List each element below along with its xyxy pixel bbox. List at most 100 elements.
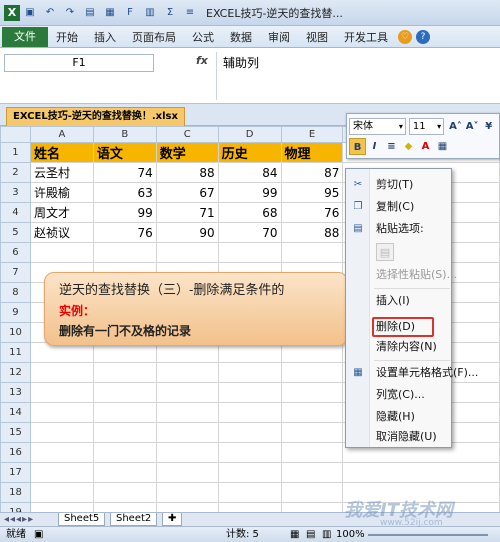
tab-view[interactable]: 视图 bbox=[298, 29, 336, 45]
page-break-icon[interactable]: ▥ bbox=[322, 527, 331, 542]
cell-header[interactable]: 历史 bbox=[217, 142, 282, 163]
minimize-ribbon-icon[interactable]: ♡ bbox=[398, 29, 412, 44]
row-header[interactable]: 1 bbox=[0, 142, 31, 163]
tab-data[interactable]: 数据 bbox=[222, 29, 260, 45]
row-header[interactable]: 4 bbox=[0, 202, 31, 223]
column-header[interactable]: C bbox=[155, 126, 219, 143]
cell[interactable]: 70 bbox=[217, 222, 282, 243]
document-tab[interactable]: EXCEL技巧-逆天的查找替换！.xlsx bbox=[6, 107, 185, 126]
column-header[interactable]: E bbox=[280, 126, 344, 143]
formula-input[interactable]: 辅助列 bbox=[216, 52, 500, 100]
tab-insert[interactable]: 插入 bbox=[86, 29, 124, 45]
cell[interactable]: 云圣村 bbox=[29, 162, 94, 183]
column-header[interactable]: B bbox=[92, 126, 157, 143]
italic-button[interactable]: I bbox=[366, 138, 383, 155]
cell[interactable]: 76 bbox=[280, 202, 344, 223]
cell[interactable]: 67 bbox=[155, 182, 219, 203]
row-header[interactable]: 2 bbox=[0, 162, 31, 183]
cell-header[interactable]: 物理 bbox=[280, 142, 344, 163]
tab-home[interactable]: 开始 bbox=[48, 29, 86, 45]
redo-icon[interactable]: ↷ bbox=[63, 6, 77, 20]
bold-button[interactable]: B bbox=[349, 137, 366, 155]
menu-column-width[interactable]: 列宽(C)... bbox=[346, 385, 451, 405]
macro-record-icon[interactable]: ▣ bbox=[34, 527, 43, 542]
menu-cut[interactable]: ✂ 剪切(T) bbox=[346, 175, 451, 195]
row-header[interactable]: 13 bbox=[0, 382, 31, 403]
align-icon[interactable]: ≡ bbox=[183, 6, 197, 20]
sheet-tab[interactable]: Sheet5 bbox=[58, 513, 106, 526]
row-header[interactable]: 3 bbox=[0, 182, 31, 203]
tab-page-layout[interactable]: 页面布局 bbox=[124, 29, 184, 45]
new-sheet-icon[interactable]: ✚ bbox=[162, 513, 183, 526]
zoom-slider[interactable] bbox=[368, 534, 488, 536]
cell-header[interactable]: 语文 bbox=[92, 142, 157, 163]
cell[interactable]: 周文才 bbox=[29, 202, 94, 223]
tab-developer[interactable]: 开发工具 bbox=[336, 29, 396, 45]
row-header[interactable]: 18 bbox=[0, 482, 31, 503]
menu-clear-contents[interactable]: 清除内容(N) bbox=[346, 337, 451, 357]
sheet-nav-arrows[interactable]: ◂◂◂▸▸ bbox=[4, 514, 34, 525]
menu-copy[interactable]: ❐ 复制(C) bbox=[346, 197, 451, 217]
row-header[interactable]: 10 bbox=[0, 322, 31, 343]
sheet-tab[interactable]: Sheet2 bbox=[110, 513, 158, 526]
row-header[interactable]: 15 bbox=[0, 422, 31, 443]
cell-header[interactable]: 姓名 bbox=[29, 142, 94, 163]
tab-review[interactable]: 审阅 bbox=[260, 29, 298, 45]
cell[interactable]: 76 bbox=[92, 222, 157, 243]
bold-format-icon[interactable]: F bbox=[123, 6, 137, 20]
normal-view-icon[interactable]: ▦ bbox=[290, 527, 299, 542]
name-box[interactable]: F1 bbox=[4, 54, 154, 72]
row-header[interactable]: 8 bbox=[0, 282, 31, 303]
grid-icon[interactable]: ▥ bbox=[143, 6, 157, 20]
tab-formulas[interactable]: 公式 bbox=[184, 29, 222, 45]
fill-color-icon[interactable]: ◆ bbox=[400, 138, 417, 155]
font-color-icon[interactable]: A bbox=[417, 138, 434, 155]
page-layout-icon[interactable]: ▤ bbox=[306, 527, 315, 542]
save-icon[interactable]: ▣ bbox=[23, 6, 37, 20]
cell[interactable]: 84 bbox=[217, 162, 282, 183]
cell[interactable]: 赵祯议 bbox=[29, 222, 94, 243]
menu-hide[interactable]: 隐藏(H) bbox=[346, 407, 451, 427]
row-header[interactable]: 19 bbox=[0, 502, 31, 512]
cell[interactable]: 71 bbox=[155, 202, 219, 223]
zoom-level[interactable]: 100% bbox=[336, 527, 365, 542]
cell[interactable]: 99 bbox=[217, 182, 282, 203]
menu-unhide[interactable]: 取消隐藏(U) bbox=[346, 427, 451, 447]
autosum-icon[interactable]: Σ bbox=[163, 6, 177, 20]
select-all-corner[interactable] bbox=[0, 126, 31, 143]
cell[interactable]: 88 bbox=[280, 222, 344, 243]
row-header[interactable]: 16 bbox=[0, 442, 31, 463]
paste-button-icon[interactable]: ▤ bbox=[376, 243, 394, 261]
font-size-select[interactable]: 11 bbox=[408, 117, 445, 135]
preview-icon[interactable]: ▤ bbox=[83, 6, 97, 20]
undo-icon[interactable]: ↶ bbox=[43, 6, 57, 20]
font-name-select[interactable]: 宋体 bbox=[349, 117, 406, 135]
row-header[interactable]: 7 bbox=[0, 262, 31, 283]
cell[interactable]: 许殿榆 bbox=[29, 182, 94, 203]
column-header[interactable]: A bbox=[29, 126, 94, 143]
cell[interactable]: 63 bbox=[92, 182, 157, 203]
column-header[interactable]: D bbox=[217, 126, 282, 143]
print-icon[interactable]: ▦ bbox=[103, 6, 117, 20]
grow-font-button[interactable]: A˄ bbox=[447, 118, 464, 135]
borders-icon[interactable]: ▦ bbox=[434, 138, 451, 155]
center-align-icon[interactable]: ≡ bbox=[383, 138, 400, 155]
row-header[interactable]: 12 bbox=[0, 362, 31, 383]
help-icon[interactable]: ? bbox=[416, 29, 430, 44]
cell[interactable]: 87 bbox=[280, 162, 344, 183]
currency-icon[interactable]: ¥ bbox=[480, 118, 497, 135]
cell-header[interactable]: 数学 bbox=[155, 142, 219, 163]
shrink-font-button[interactable]: A˅ bbox=[464, 118, 481, 135]
cell[interactable]: 95 bbox=[280, 182, 344, 203]
cell[interactable]: 68 bbox=[217, 202, 282, 223]
tab-file[interactable]: 文件 bbox=[2, 26, 48, 47]
cell[interactable]: 90 bbox=[155, 222, 219, 243]
row-header[interactable]: 11 bbox=[0, 342, 31, 363]
cell[interactable]: 74 bbox=[92, 162, 157, 183]
menu-insert[interactable]: 插入(I) bbox=[346, 291, 451, 311]
menu-paste-special[interactable]: 选择性粘贴(S)... bbox=[346, 265, 457, 285]
menu-format-cells[interactable]: ▦ 设置单元格格式(F)... bbox=[346, 363, 478, 383]
cell[interactable]: 88 bbox=[155, 162, 219, 183]
cell[interactable]: 99 bbox=[92, 202, 157, 223]
row-header[interactable]: 9 bbox=[0, 302, 31, 323]
